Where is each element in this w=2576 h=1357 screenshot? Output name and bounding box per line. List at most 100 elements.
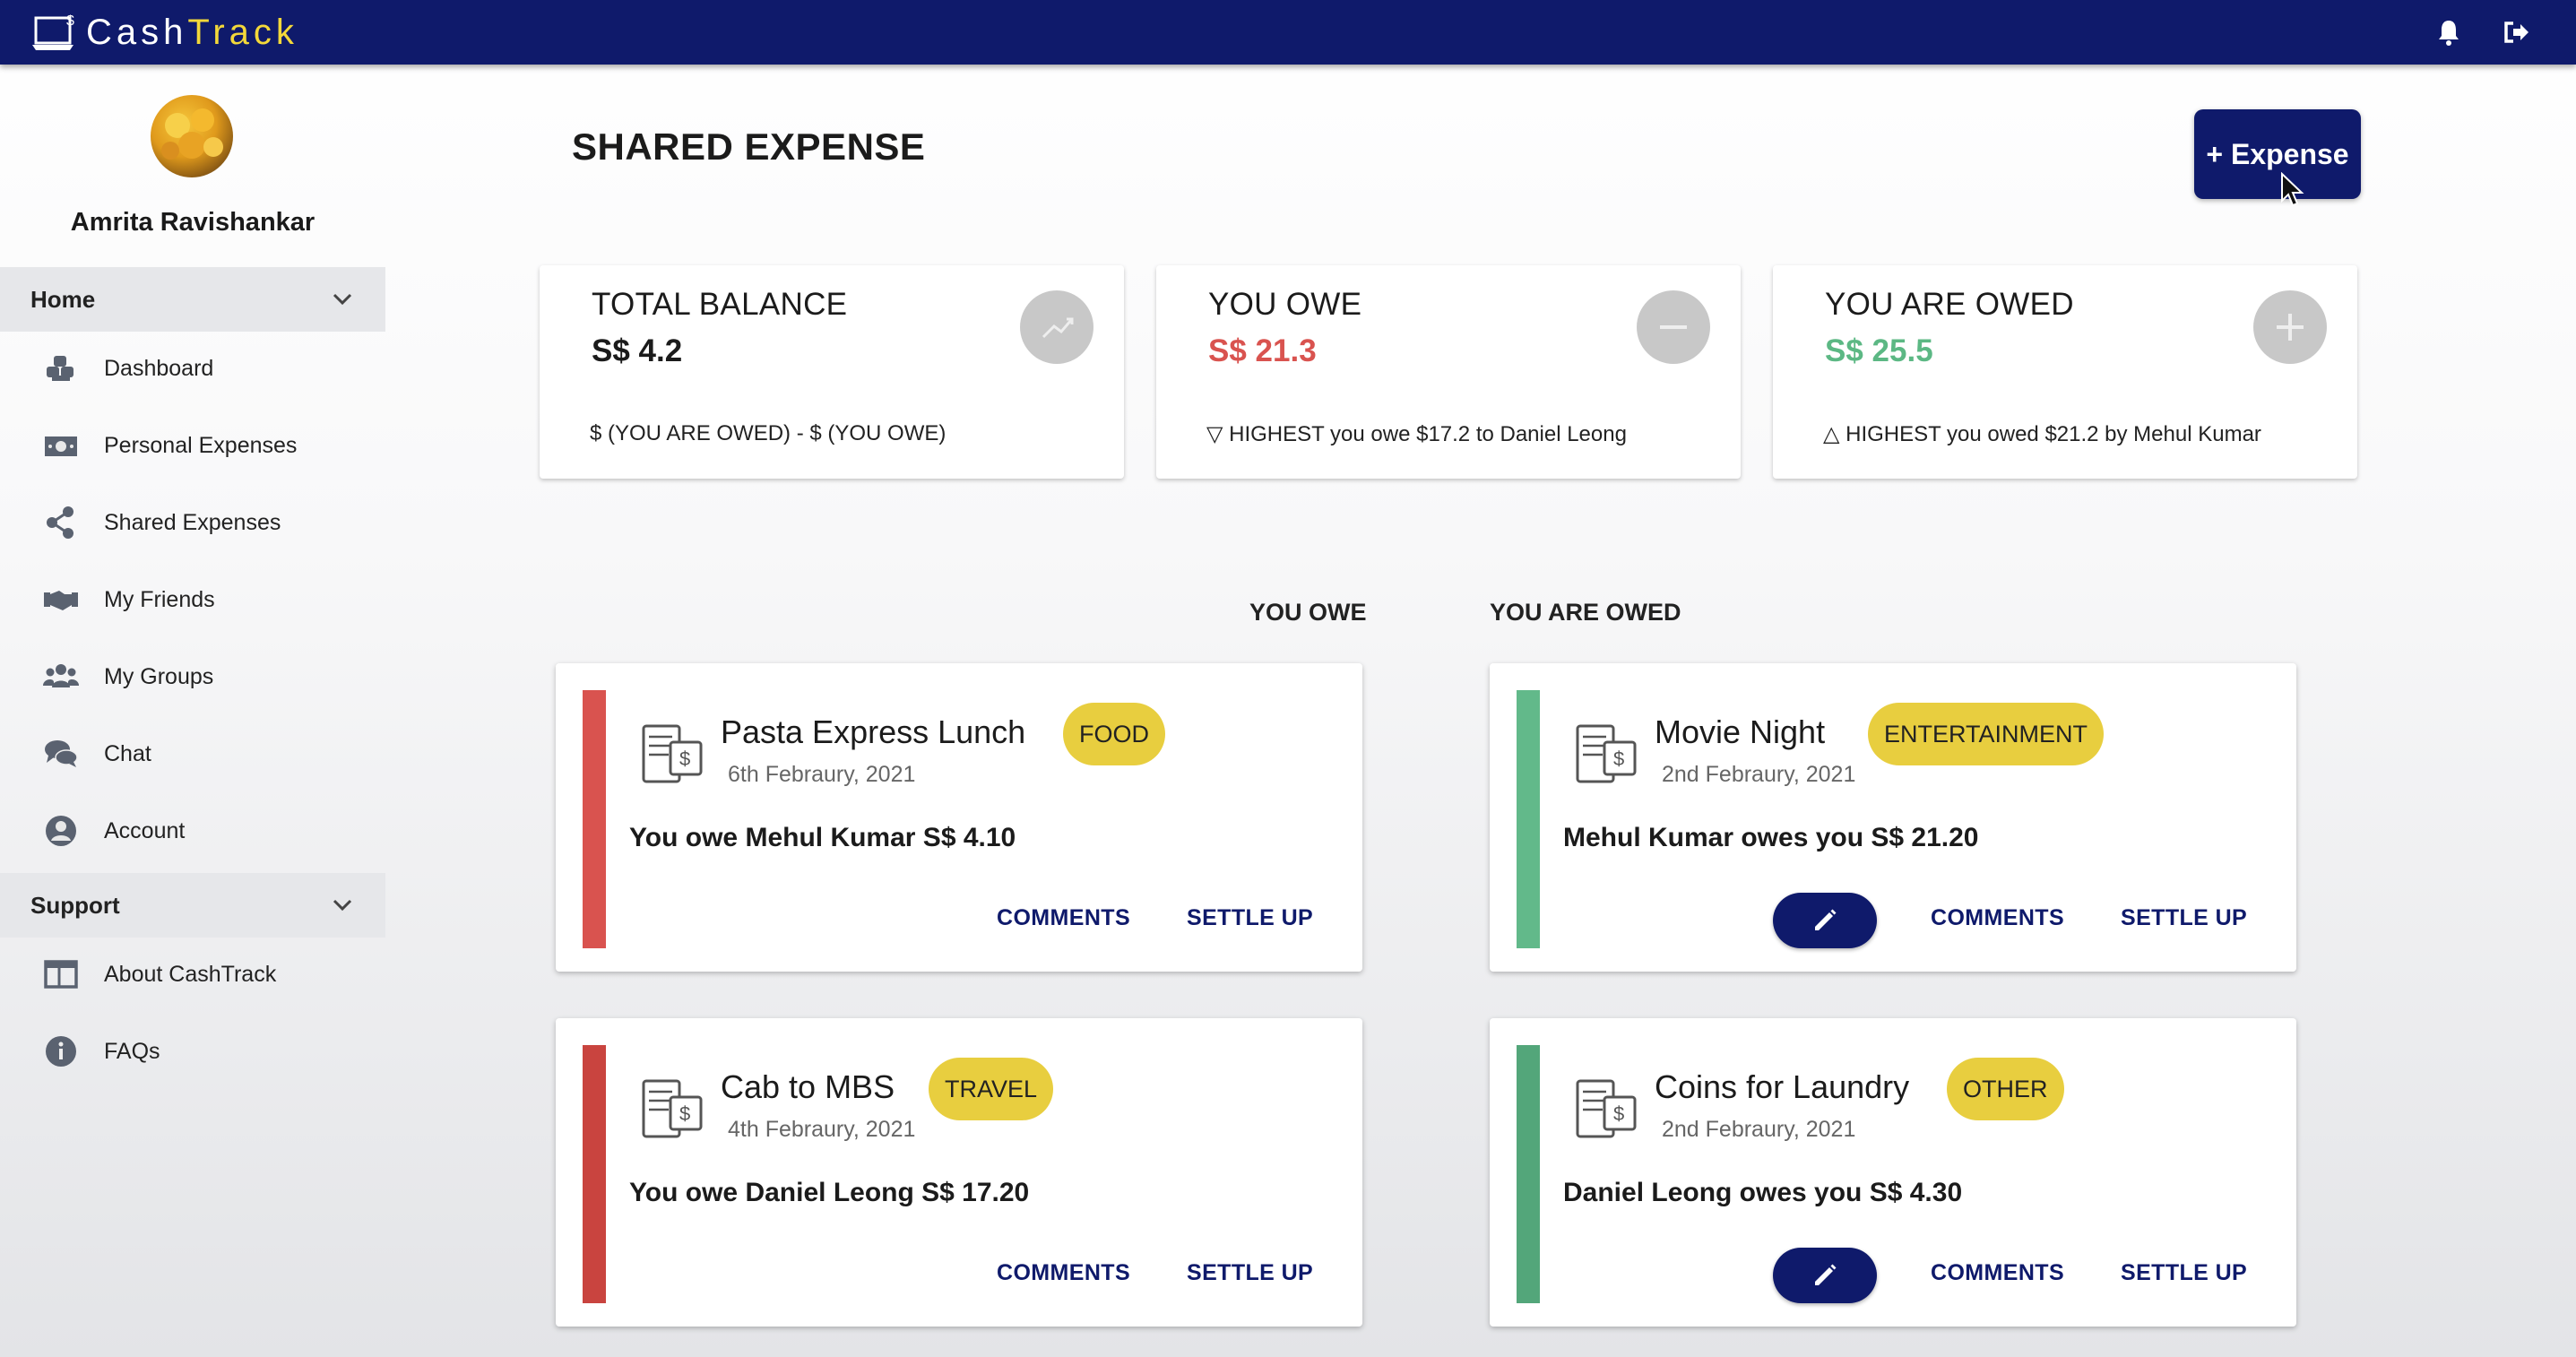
trending-up-icon (1042, 317, 1074, 339)
stat-note: ▽ HIGHEST you owe $17.2 to Daniel Leong (1206, 422, 1627, 446)
sidebar-item-personal-expenses[interactable]: Personal Expenses (0, 414, 385, 477)
avatar-flowers-image (161, 108, 223, 160)
section-label: Home (30, 285, 96, 313)
expense-title: Coins for Laundry (1655, 1068, 1910, 1105)
stat-note: △ HIGHEST you owed $21.2 by Mehul Kumar (1823, 422, 2261, 446)
app-name: CashTrack (86, 12, 298, 52)
section-label: Support (30, 891, 120, 919)
plus-icon (2277, 314, 2304, 341)
settle-up-button[interactable]: SETTLE UP (1187, 905, 1313, 931)
expense-date: 6th Febraury, 2021 (728, 762, 916, 787)
expense-date: 2nd Febraury, 2021 (1662, 762, 1856, 787)
sidebar-item-label: About CashTrack (104, 961, 277, 987)
plus-circle (2253, 290, 2327, 364)
chat-icon (45, 740, 78, 767)
edit-expense-button[interactable] (1773, 893, 1877, 948)
comments-button[interactable]: COMMENTS (1931, 1260, 2064, 1286)
edit-expense-button[interactable] (1773, 1248, 1877, 1303)
minus-icon (1660, 325, 1687, 329)
sidebar-item-label: My Groups (104, 663, 214, 689)
expense-amount-text: Daniel Leong owes you S$ 4.30 (1563, 1178, 1963, 1207)
sidebar-item-about[interactable]: About CashTrack (0, 943, 385, 1006)
info-icon (46, 1036, 76, 1067)
expense-amount-text: You owe Daniel Leong S$ 17.20 (629, 1178, 1030, 1207)
sidebar-item-my-friends[interactable]: My Friends (0, 568, 385, 631)
sidebar-item-label: Shared Expenses (104, 509, 281, 535)
expense-title: Cab to MBS (721, 1068, 895, 1105)
sidebar-item-faqs[interactable]: FAQs (0, 1020, 385, 1083)
add-expense-button[interactable]: + Expense (2194, 109, 2361, 199)
sidebar-item-my-groups[interactable]: My Groups (0, 645, 385, 708)
top-app-bar: $ CashTrack (0, 0, 2576, 65)
sidebar-section-support[interactable]: Support (0, 873, 385, 938)
svg-text:$: $ (679, 1102, 690, 1125)
handshake-icon (44, 591, 78, 610)
receipt-icon: $ (642, 724, 703, 783)
minus-circle (1637, 290, 1710, 364)
app-logo[interactable]: $ CashTrack (30, 7, 298, 57)
sidebar-item-label: Personal Expenses (104, 432, 298, 458)
chevron-down-icon (333, 899, 352, 912)
svg-text:$: $ (679, 748, 690, 770)
mouse-cursor-icon (2281, 172, 2304, 207)
category-tag: ENTERTAINMENT (1868, 703, 2105, 765)
sidebar-item-label: FAQs (104, 1038, 160, 1064)
comments-button[interactable]: COMMENTS (997, 1260, 1130, 1286)
you-are-owed-card: YOU ARE OWED S$ 25.5 △ HIGHEST you owed … (1773, 265, 2357, 479)
stat-value: S$ 21.3 (1208, 333, 1317, 368)
settle-up-button[interactable]: SETTLE UP (1187, 1260, 1313, 1286)
user-name: Amrita Ravishankar (70, 208, 316, 237)
svg-text:$: $ (66, 13, 74, 29)
receipt-icon: $ (1576, 724, 1637, 783)
notification-bell-icon[interactable] (2433, 16, 2465, 48)
stat-value: S$ 25.5 (1825, 333, 1933, 368)
avatar[interactable] (151, 95, 233, 177)
sidebar-item-label: Account (104, 817, 186, 843)
stat-title: TOTAL BALANCE (592, 287, 848, 322)
sidebar-item-label: Dashboard (104, 355, 214, 381)
svg-text:$: $ (1613, 748, 1624, 770)
expense-card: $ Coins for Laundry 2nd Febraury, 2021 O… (1490, 1018, 2296, 1327)
you-owe-card: YOU OWE S$ 21.3 ▽ HIGHEST you owe $17.2 … (1156, 265, 1741, 479)
comments-button[interactable]: COMMENTS (997, 905, 1130, 931)
expense-card: $ Movie Night 2nd Febraury, 2021 ENTERTA… (1490, 663, 2296, 972)
comments-button[interactable]: COMMENTS (1931, 905, 2064, 931)
account-icon (46, 816, 76, 846)
expense-title: Pasta Express Lunch (721, 713, 1026, 750)
you-are-owed-heading: YOU ARE OWED (1490, 599, 1681, 626)
sidebar-item-chat[interactable]: Chat (0, 722, 385, 785)
receipt-icon: $ (1576, 1079, 1637, 1138)
info-panel-icon (44, 960, 78, 989)
pencil-icon (1815, 909, 1837, 930)
owed-indicator-bar (1517, 1045, 1540, 1303)
settle-up-button[interactable]: SETTLE UP (2121, 1260, 2247, 1286)
share-icon (47, 506, 73, 539)
owe-indicator-bar (583, 690, 606, 948)
money-icon (45, 436, 77, 456)
logout-icon[interactable] (2501, 16, 2533, 48)
stat-value: S$ 4.2 (592, 333, 683, 368)
expense-amount-text: Mehul Kumar owes you S$ 21.20 (1563, 823, 1979, 852)
chevron-down-icon (333, 293, 352, 306)
category-tag: OTHER (1947, 1058, 2064, 1120)
sidebar-item-account[interactable]: Account (0, 800, 385, 862)
pencil-icon (1815, 1264, 1837, 1285)
stat-note: $ (YOU ARE OWED) - $ (YOU OWE) (590, 421, 947, 445)
settle-up-button[interactable]: SETTLE UP (2121, 905, 2247, 931)
expense-date: 4th Febraury, 2021 (728, 1117, 916, 1142)
total-balance-card: TOTAL BALANCE S$ 4.2 $ (YOU ARE OWED) - … (540, 265, 1124, 479)
stat-title: YOU OWE (1208, 287, 1362, 322)
sidebar-section-home[interactable]: Home (0, 267, 385, 332)
sidebar: Amrita Ravishankar Home Dashboard Person… (0, 65, 385, 1357)
category-tag: FOOD (1063, 703, 1165, 765)
trend-circle (1020, 290, 1094, 364)
dashboard-icon (47, 356, 73, 381)
page-title: SHARED EXPENSE (572, 125, 926, 168)
category-tag: TRAVEL (929, 1058, 1054, 1120)
sidebar-item-dashboard[interactable]: Dashboard (0, 337, 385, 400)
svg-text:$: $ (1613, 1102, 1624, 1125)
receipt-icon: $ (642, 1079, 703, 1138)
sidebar-item-shared-expenses[interactable]: Shared Expenses (0, 491, 385, 554)
expense-card: $ Cab to MBS 4th Febraury, 2021 TRAVEL Y… (556, 1018, 1362, 1327)
expense-card: $ Pasta Express Lunch 6th Febraury, 2021… (556, 663, 1362, 972)
